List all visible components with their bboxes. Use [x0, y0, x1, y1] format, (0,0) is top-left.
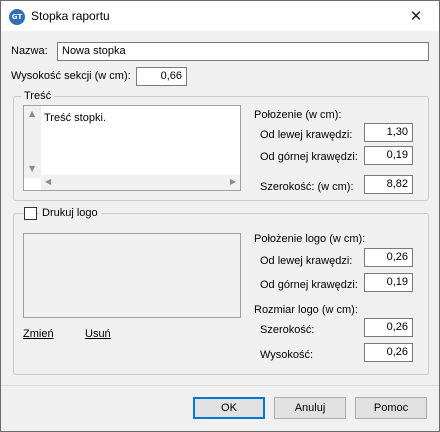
logo-height-input[interactable]: 0,26	[364, 343, 413, 362]
title-bar: GT Stopka raportu ✕	[1, 1, 439, 31]
scroll-down-icon[interactable]: ▼	[29, 164, 35, 173]
logo-left-input[interactable]: 0,26	[364, 248, 413, 267]
content-left-label: Od lewej krawędzi:	[260, 129, 353, 141]
content-width-label: Szerokość: (w cm):	[260, 181, 354, 193]
logo-top-input[interactable]: 0,19	[364, 273, 413, 292]
print-logo-label[interactable]: Drukuj logo	[39, 207, 101, 219]
dialog-window: GT Stopka raportu ✕ Nazwa: Nowa stopka W…	[0, 0, 440, 432]
name-label: Nazwa:	[11, 45, 48, 57]
name-input[interactable]: Nowa stopka	[57, 42, 429, 61]
vertical-scrollbar[interactable]: ▲ ▼	[24, 106, 41, 178]
section-height-input[interactable]: 0,66	[136, 67, 187, 86]
logo-position-title: Położenie logo (w cm):	[254, 233, 366, 245]
content-position-title: Położenie (w cm):	[254, 109, 342, 121]
logo-width-input[interactable]: 0,26	[364, 318, 413, 337]
logo-size-title: Rozmiar logo (w cm):	[254, 304, 358, 316]
remove-logo-link[interactable]: Usuń	[85, 328, 111, 340]
scroll-right-icon[interactable]: ▶	[230, 177, 236, 186]
content-group-legend: Treść	[21, 90, 55, 102]
help-button[interactable]: Pomoc	[355, 397, 427, 419]
window-title: Stopka raportu	[31, 9, 110, 23]
content-top-input[interactable]: 0,19	[364, 146, 413, 165]
change-logo-link[interactable]: Zmień	[23, 328, 54, 340]
app-icon: GT	[9, 9, 25, 25]
logo-height-label: Wysokość:	[260, 349, 314, 361]
logo-top-label: Od górnej krawędzi:	[260, 279, 358, 291]
print-logo-checkbox[interactable]	[24, 207, 37, 220]
content-top-label: Od górnej krawędzi:	[260, 151, 358, 163]
logo-preview	[23, 233, 241, 318]
content-width-input[interactable]: 8,82	[364, 175, 413, 194]
logo-width-label: Szerokość:	[260, 324, 315, 336]
section-height-label: Wysokość sekcji (w cm):	[11, 70, 131, 82]
close-icon[interactable]: ✕	[399, 4, 433, 28]
cancel-button[interactable]: Anuluj	[274, 397, 346, 419]
scroll-left-icon[interactable]: ◀	[45, 177, 51, 186]
content-text-area[interactable]: ▲ ▼ Treść stopki. ◀ ▶	[23, 105, 241, 191]
content-left-input[interactable]: 1,30	[364, 123, 413, 142]
content-text: Treść stopki.	[44, 112, 106, 124]
horizontal-scrollbar[interactable]: ◀ ▶	[41, 175, 240, 190]
scroll-up-icon[interactable]: ▲	[29, 109, 35, 118]
ok-button[interactable]: OK	[193, 397, 265, 419]
logo-left-label: Od lewej krawędzi:	[260, 255, 353, 267]
